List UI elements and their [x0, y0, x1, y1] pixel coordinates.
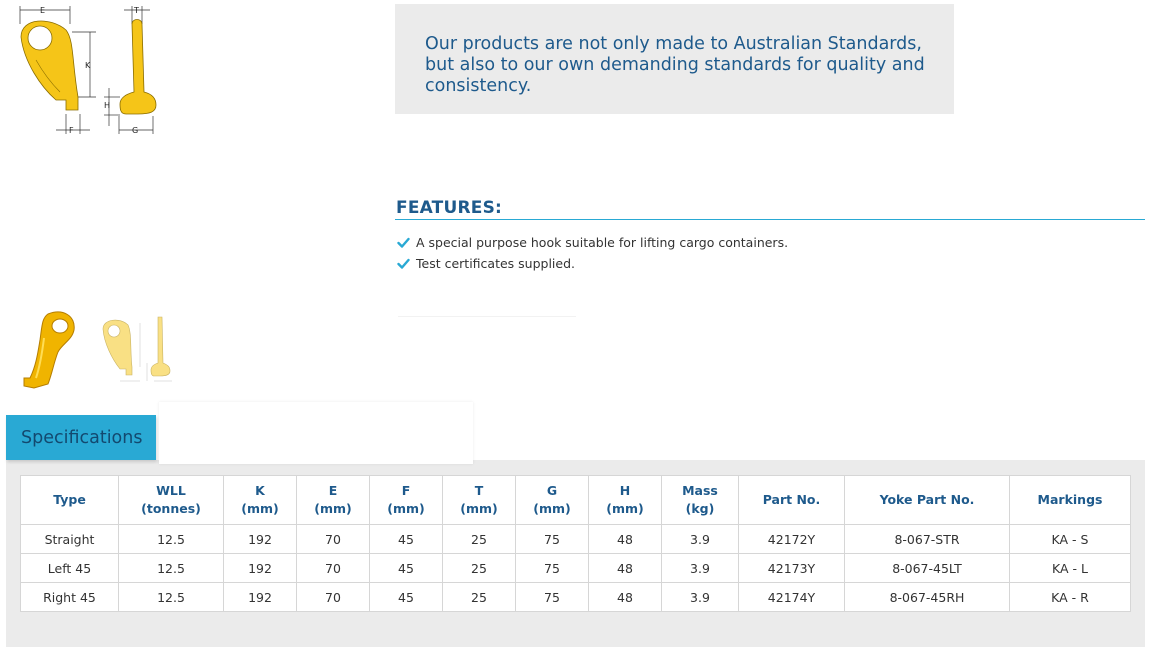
- table-cell: 75: [515, 553, 589, 583]
- feature-text: A special purpose hook suitable for lift…: [416, 235, 789, 250]
- table-cell: KA - S: [1009, 524, 1131, 554]
- table-row: Right 45 12.5 192 70 45 25 75 48 3.9 421…: [20, 582, 1131, 612]
- table-cell: 48: [588, 582, 662, 612]
- table-cell: 70: [296, 524, 370, 554]
- table-cell: 192: [223, 553, 297, 583]
- quote-box: Our products are not only made to Austra…: [395, 4, 954, 114]
- table-header-row: Type WLL (tonnes) K (mm) E (mm) F (mm) T (mm)…: [20, 475, 1131, 525]
- table-cell: 25: [442, 582, 516, 612]
- hook-diagram-thumbnail[interactable]: [100, 311, 180, 387]
- table-cell: 3.9: [661, 582, 739, 612]
- table-cell: 42173Y: [738, 553, 845, 583]
- table-cell: Right 45: [20, 582, 119, 612]
- features-divider: [395, 219, 1145, 220]
- check-icon: [397, 258, 410, 269]
- table-cell: 45: [369, 524, 443, 554]
- table-cell: 12.5: [118, 582, 224, 612]
- list-item: A special purpose hook suitable for lift…: [397, 232, 788, 253]
- table-row: Left 45 12.5 192 70 45 25 75 48 3.9 4217…: [20, 553, 1131, 583]
- table-cell: 25: [442, 553, 516, 583]
- table-cell: Left 45: [20, 553, 119, 583]
- table-cell: Straight: [20, 524, 119, 554]
- column-header: F (mm): [369, 475, 443, 525]
- column-header: E (mm): [296, 475, 370, 525]
- quote-text: Our products are not only made to Austra…: [425, 34, 925, 96]
- svg-text:E: E: [40, 6, 45, 15]
- column-header: Part No.: [738, 475, 845, 525]
- divider: [398, 316, 576, 317]
- features-heading: FEATURES:: [396, 198, 503, 218]
- column-header: K (mm): [223, 475, 297, 525]
- table-row: Straight 12.5 192 70 45 25 75 48 3.9 421…: [20, 524, 1131, 554]
- table-cell: 45: [369, 553, 443, 583]
- table-cell: 3.9: [661, 524, 739, 554]
- table-cell: 48: [588, 553, 662, 583]
- column-header: Markings: [1009, 475, 1131, 525]
- column-header: T (mm): [442, 475, 516, 525]
- column-header: H (mm): [588, 475, 662, 525]
- list-item: Test certificates supplied.: [397, 253, 788, 274]
- check-icon: [397, 237, 410, 248]
- hook-photo-thumbnail[interactable]: [18, 308, 78, 390]
- svg-text:T: T: [133, 6, 139, 15]
- table-cell: KA - L: [1009, 553, 1131, 583]
- column-header: Type: [20, 475, 119, 525]
- tab-placeholder: [159, 402, 473, 464]
- table-cell: 8-067-45LT: [844, 553, 1010, 583]
- table-cell: 8-067-45RH: [844, 582, 1010, 612]
- column-header: Mass (kg): [661, 475, 739, 525]
- table-cell: 70: [296, 582, 370, 612]
- table-cell: 12.5: [118, 553, 224, 583]
- feature-text: Test certificates supplied.: [416, 256, 575, 271]
- table-cell: 75: [515, 582, 589, 612]
- column-header: G (mm): [515, 475, 589, 525]
- table-cell: KA - R: [1009, 582, 1131, 612]
- svg-text:K: K: [85, 61, 91, 70]
- table-cell: 48: [588, 524, 662, 554]
- table-cell: 192: [223, 524, 297, 554]
- table-cell: 8-067-STR: [844, 524, 1010, 554]
- tab-label: Specifications: [21, 427, 143, 448]
- table-cell: 12.5: [118, 524, 224, 554]
- column-header: Yoke Part No.: [844, 475, 1010, 525]
- tab-specifications[interactable]: Specifications: [6, 415, 156, 460]
- column-header: WLL (tonnes): [118, 475, 224, 525]
- svg-text:G: G: [132, 126, 138, 135]
- table-cell: 70: [296, 553, 370, 583]
- svg-text:H: H: [104, 101, 110, 110]
- table-cell: 75: [515, 524, 589, 554]
- table-cell: 192: [223, 582, 297, 612]
- table-cell: 42172Y: [738, 524, 845, 554]
- table-cell: 42174Y: [738, 582, 845, 612]
- hook-dimension-diagram: E T K H F G: [19, 6, 157, 135]
- table-cell: 25: [442, 524, 516, 554]
- features-list: A special purpose hook suitable for lift…: [397, 232, 788, 274]
- table-cell: 45: [369, 582, 443, 612]
- table-cell: 3.9: [661, 553, 739, 583]
- specifications-table: Type WLL (tonnes) K (mm) E (mm) F (mm) T (mm)…: [20, 475, 1131, 612]
- svg-text:F: F: [69, 126, 74, 135]
